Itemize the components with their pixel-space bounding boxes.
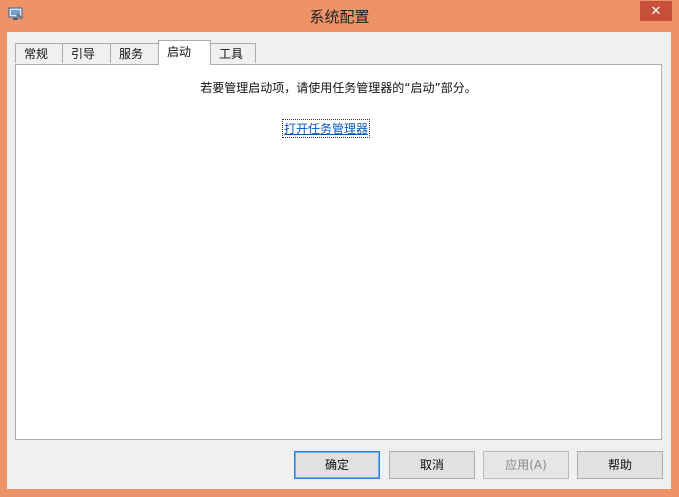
close-button[interactable]: ✕ [640, 1, 672, 21]
close-icon: ✕ [650, 3, 662, 19]
tab-tools[interactable]: 工具 [210, 43, 256, 63]
title-bar[interactable]: 系统配置 ✕ [0, 0, 679, 32]
tab-services[interactable]: 服务 [110, 43, 159, 63]
tab-general[interactable]: 常规 [15, 43, 63, 63]
open-task-manager-link[interactable]: 打开任务管理器 [281, 119, 371, 138]
help-button[interactable]: 帮助 [577, 451, 663, 479]
tab-startup[interactable]: 启动 [158, 40, 211, 65]
dialog-client-area: 常规 引导 服务 启动 工具 若要管理启动项，请使用任务管理器的“启动”部分。 … [7, 32, 671, 489]
cancel-button[interactable]: 取消 [389, 451, 475, 479]
startup-message: 若要管理启动项，请使用任务管理器的“启动”部分。 [200, 81, 477, 95]
tab-boot[interactable]: 引导 [62, 43, 111, 63]
apply-button[interactable]: 应用(A) [483, 451, 569, 479]
startup-tab-panel: 若要管理启动项，请使用任务管理器的“启动”部分。 打开任务管理器 [15, 64, 662, 440]
system-config-window: 系统配置 ✕ 常规 引导 服务 启动 工具 若要管理启动项，请使用任务管理器的“… [0, 0, 679, 497]
ok-button[interactable]: 确定 [294, 451, 380, 479]
window-title: 系统配置 [309, 8, 370, 26]
